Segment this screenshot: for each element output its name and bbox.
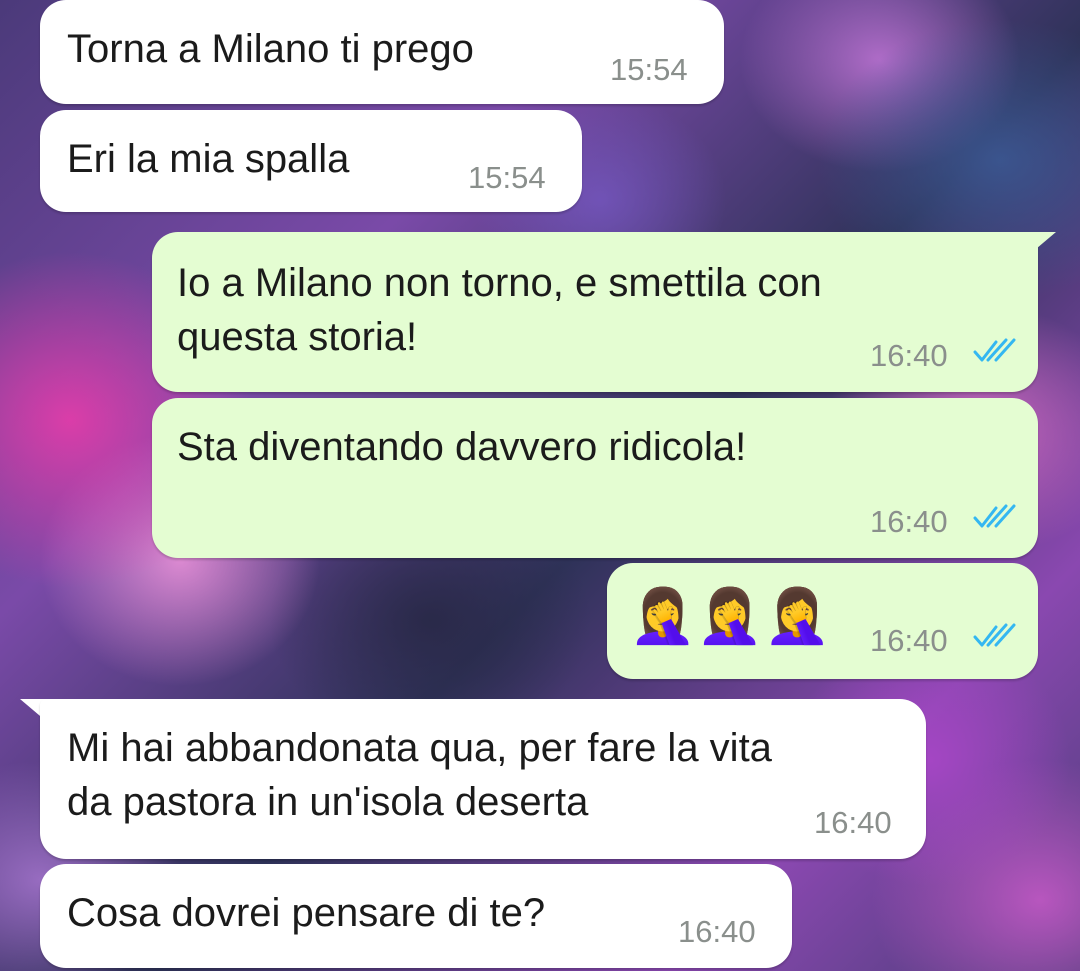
message-time: 16:40	[814, 805, 892, 840]
read-double-check-icon	[973, 338, 1016, 362]
message-text-line-2: da pastora in un'isola deserta	[67, 780, 589, 824]
bubble-tail	[1030, 232, 1056, 254]
message-text: Eri la mia spalla	[67, 137, 350, 181]
message-time: 16:40	[870, 623, 948, 658]
message-text: Cosa dovrei pensare di te?	[67, 891, 546, 935]
message-time: 16:40	[870, 338, 948, 373]
message-time: 15:54	[468, 160, 546, 195]
read-double-check-icon	[973, 504, 1016, 528]
message-bubble-outgoing[interactable]: Io a Milano non torno, e smettila con qu…	[152, 232, 1038, 392]
message-bubble-incoming[interactable]: Torna a Milano ti prego 15:54	[40, 0, 724, 104]
message-text-line-1: Mi hai abbandonata qua, per fare la vita	[67, 726, 772, 770]
message-time: 16:40	[870, 504, 948, 539]
message-time: 16:40	[678, 914, 756, 949]
message-bubble-outgoing[interactable]: 🤦‍♀️🤦‍♀️🤦‍♀️ 16:40	[607, 563, 1038, 679]
message-bubble-incoming[interactable]: Eri la mia spalla 15:54	[40, 110, 582, 212]
message-text-line-2: questa storia!	[177, 315, 418, 359]
message-text: Sta diventando davvero ridicola!	[177, 425, 747, 469]
message-bubble-outgoing[interactable]: Sta diventando davvero ridicola! 16:40	[152, 398, 1038, 558]
read-double-check-icon	[973, 623, 1016, 647]
message-time: 15:54	[610, 52, 688, 87]
message-bubble-incoming[interactable]: Cosa dovrei pensare di te? 16:40	[40, 864, 792, 968]
message-text-line-1: Io a Milano non torno, e smettila con	[177, 261, 822, 305]
facepalm-emoji-icon: 🤦‍♀️🤦‍♀️🤦‍♀️	[629, 584, 831, 647]
message-bubble-incoming[interactable]: Mi hai abbandonata qua, per fare la vita…	[40, 699, 926, 859]
message-text: Torna a Milano ti prego	[67, 27, 474, 71]
